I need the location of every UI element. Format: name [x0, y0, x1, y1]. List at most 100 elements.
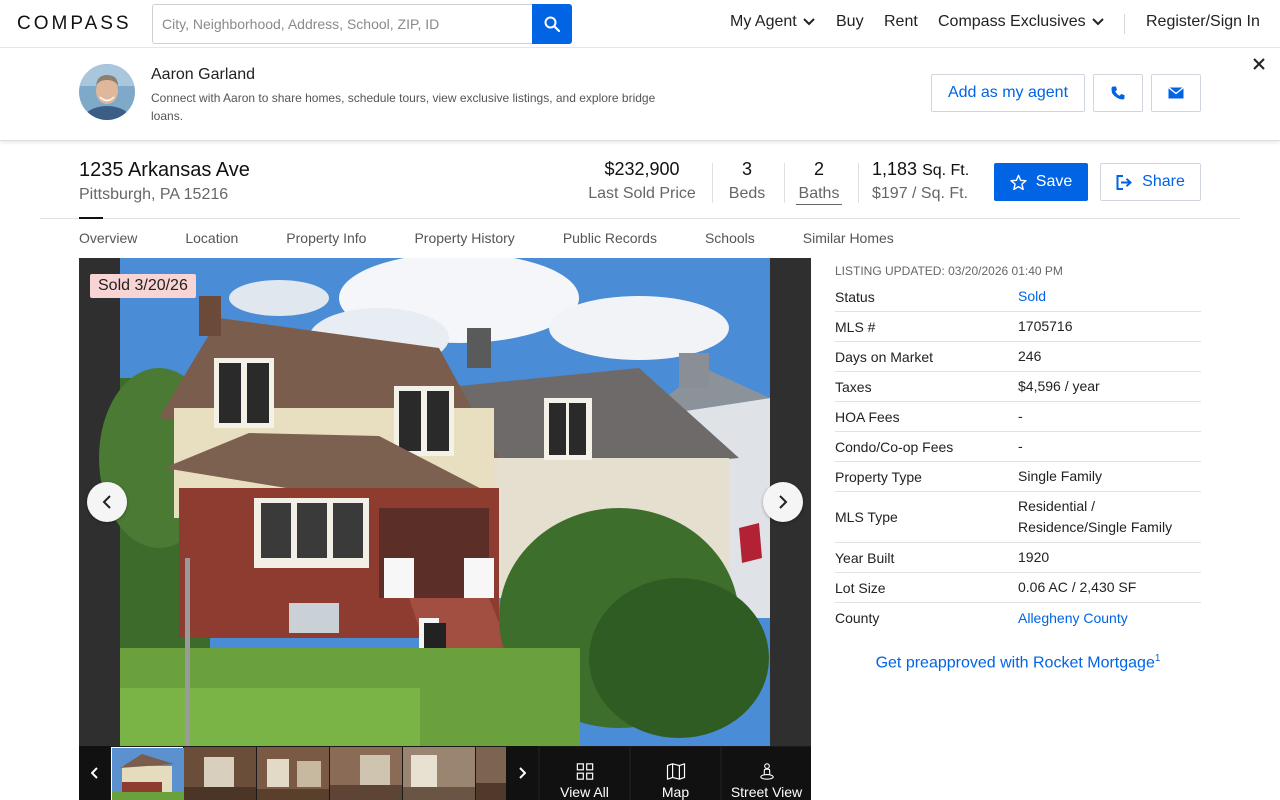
save-label: Save [1035, 173, 1073, 190]
nav-register-sign-in[interactable]: Register/Sign In [1146, 13, 1260, 31]
agent-banner: Aaron Garland Connect with Aaron to shar… [0, 48, 1280, 141]
detail-value: $4,596 / year [1018, 378, 1100, 394]
sqft-value: 1,183 [872, 159, 918, 179]
rocket-mortgage-link[interactable]: Get preapproved with Rocket Mortgage1 [835, 653, 1201, 672]
price-per-sqft: $197 / Sq. Ft. [872, 185, 969, 202]
tab-overview[interactable]: Overview [79, 230, 137, 248]
thumbnail[interactable] [403, 747, 475, 800]
detail-key: Condo/Co-op Fees [835, 438, 954, 455]
thumbnail[interactable] [330, 747, 402, 800]
price-label: Last Sold Price [588, 185, 696, 202]
share-button[interactable]: Share [1100, 163, 1201, 201]
detail-key: Lot Size [835, 579, 886, 596]
beds-stat: 3 Beds [724, 159, 770, 203]
nav-buy[interactable]: Buy [836, 13, 864, 31]
street-view-label: Street View [730, 784, 803, 800]
detail-value: 0.06 AC / 2,430 SF [1018, 579, 1137, 595]
map-label: Map [661, 784, 690, 800]
phone-icon [1111, 86, 1125, 100]
nav-exclusives-label: Compass Exclusives [938, 13, 1086, 30]
chevron-down-icon [1091, 18, 1104, 26]
tab-schools[interactable]: Schools [705, 230, 755, 248]
tab-public-records[interactable]: Public Records [563, 230, 657, 248]
close-banner-button[interactable] [1249, 54, 1269, 74]
thumbnail[interactable] [111, 747, 184, 800]
share-icon [1116, 174, 1133, 190]
footnote-marker: 1 [1154, 653, 1161, 664]
thumbnail[interactable] [257, 747, 329, 800]
tab-property-info[interactable]: Property Info [286, 230, 366, 248]
map-icon [666, 763, 685, 780]
mail-icon [1168, 87, 1184, 99]
property-header: 1235 Arkansas Ave Pittsburgh, PA 15216 $… [40, 141, 1240, 219]
person-icon [759, 763, 774, 780]
detail-key: MLS # [835, 318, 876, 335]
detail-value: - [1018, 438, 1023, 454]
baths-stat[interactable]: 2 Baths [796, 159, 842, 205]
map-button[interactable]: Map [631, 747, 720, 800]
chevron-left-icon [91, 767, 98, 779]
agent-avatar [79, 64, 135, 120]
county-link[interactable]: Allegheny County [1018, 608, 1201, 629]
detail-key: County [835, 610, 880, 626]
email-agent-button[interactable] [1151, 74, 1201, 112]
photo-gallery[interactable] [79, 258, 811, 746]
detail-value: - [1018, 408, 1023, 424]
top-navigation: COMPASS My Agent Buy Rent Compass Exclus… [0, 0, 1280, 48]
detail-key: HOA Fees [835, 408, 900, 425]
view-all-photos-button[interactable]: View All [540, 747, 629, 800]
thumbnail-previous-button[interactable] [79, 746, 111, 800]
compass-logo[interactable]: COMPASS [17, 13, 132, 35]
thumbnail[interactable] [476, 747, 506, 800]
search-input[interactable] [152, 4, 532, 44]
tab-similar-homes[interactable]: Similar Homes [803, 230, 894, 248]
chevron-right-icon [779, 495, 788, 509]
detail-row: Year Built 1920 [835, 543, 1201, 573]
detail-row: Status Sold [835, 282, 1201, 312]
thumbnail-next-button[interactable] [506, 746, 538, 800]
save-button[interactable]: Save [994, 163, 1088, 201]
stat-divider [784, 163, 785, 203]
agent-name: Aaron Garland [151, 66, 256, 83]
price-value: $232,900 [604, 159, 680, 179]
sold-badge: Sold 3/20/26 [90, 274, 196, 298]
gallery-previous-button[interactable] [87, 482, 127, 522]
property-address: 1235 Arkansas Ave [79, 159, 250, 181]
gallery-next-button[interactable] [763, 482, 803, 522]
view-all-label: View All [560, 784, 609, 800]
detail-row: Days on Market 246 [835, 342, 1201, 372]
house-photo [79, 258, 811, 746]
nav-compass-exclusives[interactable]: Compass Exclusives [938, 13, 1104, 31]
detail-row: County Allegheny County [835, 603, 1201, 633]
search-bar [152, 4, 572, 44]
search-button[interactable] [532, 4, 572, 44]
detail-value: 246 [1018, 348, 1042, 364]
chevron-left-icon [102, 495, 111, 509]
thumbnail[interactable] [184, 747, 256, 800]
detail-row: Condo/Co-op Fees - [835, 432, 1201, 462]
detail-row: Taxes $4,596 / year [835, 372, 1201, 402]
tab-location[interactable]: Location [185, 230, 238, 248]
status-link[interactable]: Sold [1018, 286, 1201, 307]
tab-property-history[interactable]: Property History [414, 230, 514, 248]
property-city: Pittsburgh, PA 15216 [79, 186, 229, 203]
search-icon [544, 16, 560, 32]
grid-icon [576, 763, 593, 780]
beds-value: 3 [741, 159, 752, 179]
call-agent-button[interactable] [1093, 74, 1143, 112]
listing-details-table: Status Sold MLS # 1705716 Days on Market… [835, 282, 1201, 633]
add-as-my-agent-button[interactable]: Add as my agent [931, 74, 1085, 112]
detail-value: 1705716 [1018, 318, 1073, 334]
detail-key: Days on Market [835, 348, 934, 365]
nav-my-agent-label: My Agent [730, 13, 797, 30]
nav-rent[interactable]: Rent [884, 13, 918, 31]
stat-divider [858, 163, 859, 203]
nav-my-agent[interactable]: My Agent [730, 13, 815, 31]
baths-label[interactable]: Baths [796, 185, 842, 205]
detail-key: MLS Type [835, 509, 898, 525]
active-tab-indicator [79, 217, 103, 219]
street-view-button[interactable]: Street View [722, 747, 811, 800]
baths-value: 2 [813, 159, 824, 179]
chevron-down-icon [802, 18, 815, 26]
sqft-stat: 1,183 Sq. Ft. $197 / Sq. Ft. [872, 159, 972, 203]
